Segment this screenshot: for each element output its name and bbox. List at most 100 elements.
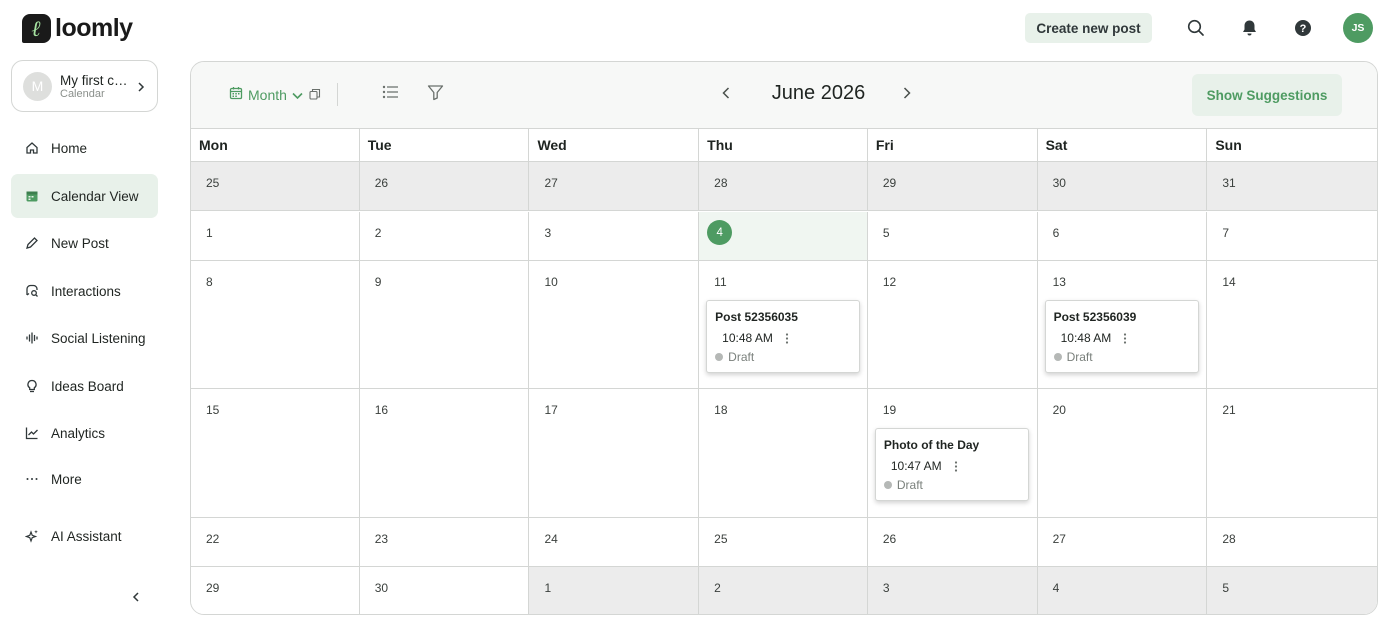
day-cell[interactable]: 28 bbox=[1207, 518, 1377, 566]
sidebar-item-interactions[interactable]: Interactions bbox=[11, 269, 158, 313]
calendar-toolbar: Month June 2026 Show Suggestions bbox=[191, 62, 1377, 128]
day-cell[interactable]: 20 bbox=[1038, 389, 1208, 517]
search-icon[interactable] bbox=[1186, 18, 1206, 38]
calendar-name: My first ca... bbox=[60, 72, 132, 88]
day-cell[interactable]: 8 bbox=[191, 261, 360, 388]
weekday-mon: Mon bbox=[191, 129, 360, 161]
home-icon bbox=[25, 141, 39, 155]
sidebar-item-ideas-board[interactable]: Ideas Board bbox=[11, 364, 158, 408]
calendar-selector[interactable]: M My first ca... Calendar bbox=[11, 60, 158, 112]
create-new-post-button[interactable]: Create new post bbox=[1025, 13, 1152, 43]
sidebar-item-label: More bbox=[51, 471, 82, 487]
day-cell[interactable]: 25 bbox=[699, 518, 868, 566]
bell-icon[interactable] bbox=[1239, 18, 1259, 38]
pencil-icon bbox=[25, 236, 39, 250]
sidebar-item-label: Analytics bbox=[51, 425, 106, 441]
sidebar-item-calendar-view[interactable]: Calendar View bbox=[11, 174, 158, 218]
weekday-fri: Fri bbox=[868, 129, 1038, 161]
collapse-sidebar-button[interactable] bbox=[127, 590, 145, 608]
day-number: 17 bbox=[544, 403, 558, 417]
day-cell[interactable]: 29 bbox=[191, 567, 360, 614]
help-icon[interactable]: ? bbox=[1293, 18, 1313, 38]
day-number: 23 bbox=[374, 532, 389, 546]
sidebar-item-home[interactable]: Home bbox=[11, 126, 158, 170]
day-cell[interactable]: 26 bbox=[359, 162, 530, 210]
month-title: June 2026 bbox=[771, 82, 866, 104]
loomly-logo[interactable]: ℓ loomly bbox=[22, 14, 133, 43]
kebab-menu-icon[interactable] bbox=[952, 460, 960, 472]
day-number: 26 bbox=[374, 176, 389, 190]
user-avatar[interactable]: JS bbox=[1343, 13, 1373, 43]
post-card[interactable]: Post 52356039 10:48 AM Draft bbox=[1044, 300, 1199, 373]
day-cell[interactable]: 29 bbox=[867, 162, 1038, 210]
day-number: 15 bbox=[206, 403, 220, 417]
day-cell[interactable]: 9 bbox=[360, 261, 530, 388]
day-cell[interactable]: 22 bbox=[191, 518, 360, 566]
day-cell[interactable]: 30 bbox=[360, 567, 530, 614]
list-view-icon[interactable] bbox=[382, 84, 399, 105]
day-cell[interactable]: 21 bbox=[1207, 389, 1377, 517]
day-cell[interactable]: 18 bbox=[699, 389, 868, 517]
logo-text: loomly bbox=[55, 14, 133, 42]
day-number: 29 bbox=[206, 581, 220, 595]
sidebar-item-social-listening[interactable]: Social Listening bbox=[11, 316, 158, 360]
day-cell[interactable]: 3 bbox=[867, 567, 1038, 614]
day-cell[interactable]: 4 bbox=[699, 212, 868, 260]
day-cell[interactable]: 7 bbox=[1207, 212, 1377, 260]
day-cell[interactable]: 3 bbox=[529, 212, 700, 260]
copy-icon[interactable] bbox=[309, 87, 321, 105]
day-cell[interactable]: 16 bbox=[360, 389, 530, 517]
day-cell[interactable]: 19 Photo of the Day 10:47 AM Draft bbox=[868, 389, 1038, 517]
day-cell[interactable]: 30 bbox=[1037, 162, 1208, 210]
sidebar-item-label: Ideas Board bbox=[51, 378, 124, 394]
show-suggestions-button[interactable]: Show Suggestions bbox=[1192, 74, 1342, 116]
previous-month-button[interactable] bbox=[721, 86, 731, 105]
day-cell[interactable]: 24 bbox=[529, 518, 700, 566]
status-dot-icon bbox=[1053, 353, 1062, 361]
sidebar-item-ai-assistant[interactable]: AI Assistant bbox=[11, 514, 158, 558]
day-cell[interactable]: 25 bbox=[191, 162, 360, 210]
day-number: 2 bbox=[374, 226, 382, 240]
day-cell[interactable]: 2 bbox=[360, 212, 530, 260]
day-cell[interactable]: 11 Post 52356035 10:48 AM Draft bbox=[699, 261, 868, 388]
calendar-avatar: M bbox=[23, 71, 52, 101]
day-cell[interactable]: 5 bbox=[868, 212, 1038, 260]
logo-mark-icon: ℓ bbox=[22, 14, 51, 43]
weekday-thu: Thu bbox=[699, 129, 868, 161]
view-mode-dropdown[interactable]: Month bbox=[229, 86, 303, 103]
kebab-menu-icon[interactable] bbox=[1121, 332, 1129, 344]
day-cell[interactable]: 26 bbox=[868, 518, 1038, 566]
day-cell[interactable]: 6 bbox=[1038, 212, 1208, 260]
day-cell[interactable]: 4 bbox=[1037, 567, 1208, 614]
day-cell[interactable]: 10 bbox=[529, 261, 700, 388]
day-cell[interactable]: 1 bbox=[191, 212, 360, 260]
day-cell[interactable]: 12 bbox=[868, 261, 1038, 388]
post-time: 10:48 AM bbox=[722, 331, 773, 345]
filter-icon[interactable] bbox=[427, 84, 444, 106]
day-cell[interactable]: 13 Post 52356039 10:48 AM Draft bbox=[1038, 261, 1208, 388]
day-cell[interactable]: 27 bbox=[1038, 518, 1208, 566]
post-card[interactable]: Photo of the Day 10:47 AM Draft bbox=[874, 428, 1029, 501]
day-cell[interactable]: 14 bbox=[1207, 261, 1377, 388]
sidebar-item-more[interactable]: More bbox=[11, 457, 158, 501]
day-cell[interactable]: 17 bbox=[529, 389, 700, 517]
kebab-menu-icon[interactable] bbox=[783, 332, 791, 344]
day-number: 11 bbox=[714, 275, 727, 289]
post-card[interactable]: Post 52356035 10:48 AM Draft bbox=[706, 300, 861, 373]
next-month-button[interactable] bbox=[902, 86, 912, 105]
day-cell[interactable]: 1 bbox=[529, 567, 700, 614]
day-cell[interactable]: 28 bbox=[699, 162, 868, 210]
sidebar-item-analytics[interactable]: Analytics bbox=[11, 411, 158, 455]
day-cell[interactable]: 2 bbox=[699, 567, 868, 614]
day-cell[interactable]: 31 bbox=[1207, 162, 1377, 210]
toolbar-divider bbox=[337, 83, 338, 106]
week-row: 1 2 3 4 5 6 7 bbox=[191, 212, 1377, 261]
sidebar-item-new-post[interactable]: New Post bbox=[11, 221, 158, 265]
day-number: 1 bbox=[206, 226, 213, 240]
day-cell[interactable]: 5 bbox=[1207, 567, 1377, 614]
day-cell[interactable]: 15 bbox=[191, 389, 360, 517]
day-number: 1 bbox=[544, 581, 552, 595]
day-cell[interactable]: 23 bbox=[360, 518, 530, 566]
day-number: 3 bbox=[544, 226, 552, 240]
day-cell[interactable]: 27 bbox=[529, 162, 700, 210]
